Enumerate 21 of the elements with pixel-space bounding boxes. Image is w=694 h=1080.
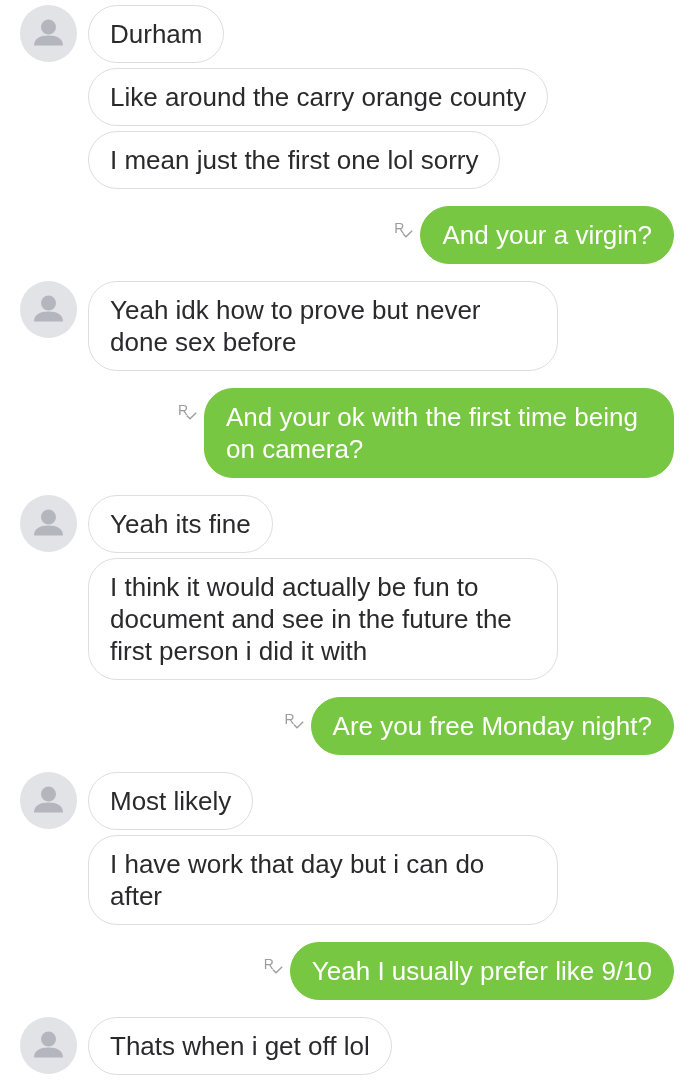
received-message: Most likely	[88, 772, 254, 830]
sent-message: And your a virgin?	[420, 206, 674, 264]
received-message: Yeah its fine	[88, 495, 273, 553]
check-icon	[292, 721, 304, 729]
read-receipt-label: R	[284, 712, 295, 726]
read-receipt-label: R	[263, 957, 274, 971]
received-message: Yeah idk how to prove but never done sex before	[88, 281, 558, 371]
received-message: Durham	[88, 5, 225, 63]
sent-message: Yeah I usually prefer like 9/10	[289, 942, 674, 1000]
received-message: I think it would actually be fun to document and see in the future the first person i did it with	[88, 558, 558, 680]
sent-message: Are you free Monday night?	[310, 697, 674, 755]
read-receipt-label: R	[394, 221, 405, 235]
read-receipt-label: R	[177, 403, 188, 417]
check-icon	[271, 966, 283, 974]
received-message: I mean just the first one lol sorry	[88, 131, 501, 189]
check-icon	[402, 230, 414, 238]
received-message: Thats when i get off lol	[88, 1017, 392, 1075]
received-message: Like around the carry orange county	[88, 68, 549, 126]
check-icon	[186, 412, 197, 420]
received-message: I have work that day but i can do after	[88, 835, 558, 925]
sent-message: And your ok with the first time being on camera?	[204, 388, 674, 478]
